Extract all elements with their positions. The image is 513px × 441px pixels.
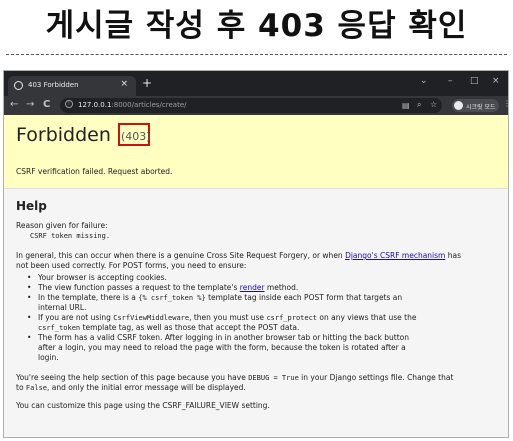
bullet: • — [27, 273, 32, 282]
page-title: Forbidden — [16, 124, 111, 146]
dashed-divider — [6, 54, 507, 55]
bullet: • — [27, 283, 32, 292]
forward-icon[interactable]: → — [26, 99, 34, 110]
profile-label: 시크릿 모드 — [466, 104, 496, 111]
render-link[interactable]: render — [240, 283, 265, 292]
tab-active[interactable]: 403 Forbidden × — [8, 76, 136, 96]
address-bar[interactable]: i 127.0.0.1:8000/articles/create/ ▤ ⌕ ☆ — [60, 98, 442, 113]
list-item: The view function passes a request to th… — [38, 283, 299, 292]
help-section: Help Reason given for failure: CSRF toke… — [4, 189, 508, 437]
browser-toolbar: ← → C i 127.0.0.1:8000/articles/create/ … — [4, 96, 508, 115]
list-item: If you are not using CsrfViewMiddleware,… — [38, 313, 417, 322]
general-text: In general, this can occur when there is… — [16, 251, 461, 260]
tab-close-icon[interactable]: × — [120, 79, 128, 89]
translate-icon[interactable]: ▤ — [402, 101, 410, 110]
error-summary: Forbidden (403) CSRF verification failed… — [4, 115, 508, 189]
help-heading: Help — [16, 199, 47, 213]
new-tab-button[interactable]: + — [142, 76, 152, 90]
incognito-profile-chip[interactable]: 시크릿 모드 — [452, 99, 499, 112]
bullet: • — [27, 313, 32, 322]
address-url[interactable]: 127.0.0.1:8000/articles/create/ — [78, 101, 186, 109]
close-window-icon[interactable]: × — [492, 76, 500, 86]
general-text-2: not been used correctly. For POST forms,… — [16, 261, 247, 270]
reload-icon[interactable]: C — [43, 99, 50, 110]
caption-headline: 게시글 작성 후 403 응답 확인 — [45, 8, 468, 44]
site-info-icon[interactable]: i — [65, 100, 73, 108]
list-item-cont: internal URL. — [38, 303, 87, 312]
list-item-cont: login. — [38, 353, 59, 362]
list-item: Your browser is accepting cookies. — [38, 273, 167, 282]
back-icon[interactable]: ← — [10, 99, 18, 110]
reason-label: Reason given for failure: — [16, 221, 108, 230]
bookmark-star-icon[interactable]: ☆ — [430, 100, 437, 109]
reason-value: CSRF token missing. — [30, 232, 111, 240]
minimize-icon[interactable]: – — [448, 76, 453, 86]
tab-title: 403 Forbidden — [28, 81, 79, 89]
browser-window: 403 Forbidden × + ⌄ – □ × ← → C i 127.0.… — [3, 70, 509, 438]
zoom-icon[interactable]: ⌕ — [417, 100, 421, 110]
customize-text: You can customize this page using the CS… — [16, 401, 270, 410]
tab-search-icon[interactable]: ⌄ — [420, 76, 428, 86]
error-message: CSRF verification failed. Request aborte… — [16, 167, 173, 176]
bullet: • — [27, 293, 32, 302]
menu-icon[interactable]: ⋮ — [503, 99, 508, 108]
incognito-icon — [454, 101, 463, 110]
maximize-icon[interactable]: □ — [470, 76, 479, 86]
debug-text: You're seeing the help section of this p… — [16, 373, 454, 382]
list-item-cont: csrf_token template tag, as well as thos… — [38, 323, 300, 332]
tab-bar: 403 Forbidden × + ⌄ – □ × — [4, 71, 508, 96]
status-code: (403) — [121, 130, 151, 143]
list-item: In the template, there is a {% csrf_toke… — [38, 293, 403, 302]
globe-icon — [14, 81, 23, 90]
debug-text-2: to False, and only the initial error mes… — [16, 383, 246, 392]
list-item-cont: after a login, you may need to reload th… — [38, 343, 406, 352]
bullet: • — [27, 333, 32, 342]
list-item: The form has a valid CSRF token. After l… — [38, 333, 410, 342]
csrf-docs-link[interactable]: Django's CSRF mechanism — [345, 251, 445, 260]
